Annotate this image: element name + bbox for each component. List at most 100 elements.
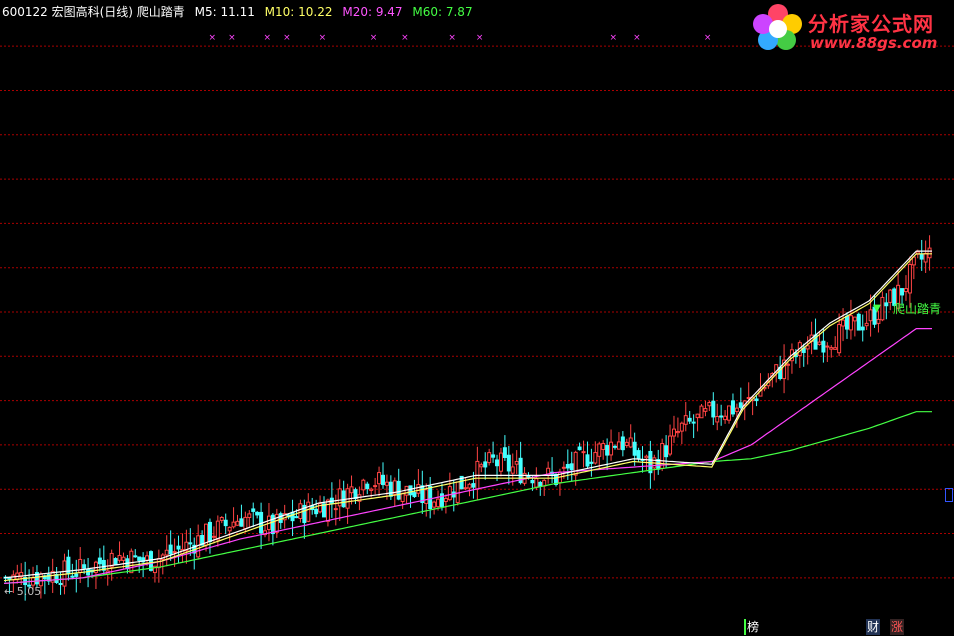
candle-body [164, 549, 169, 556]
candle-body [719, 415, 724, 418]
candle-body [852, 316, 857, 322]
candle-body [837, 324, 842, 354]
candle-body [632, 441, 637, 456]
candle-body [491, 454, 496, 458]
candle-body [510, 466, 515, 474]
candle-body [298, 503, 303, 520]
logo-url: www.88gs.com [810, 34, 938, 52]
candle-body [727, 405, 732, 421]
candle-body [530, 479, 535, 484]
candle-body [255, 511, 260, 516]
candle-body [396, 480, 401, 500]
candle-body [605, 445, 610, 456]
candle-body [711, 400, 716, 418]
ma20-line [3, 328, 932, 584]
candle-body [900, 288, 905, 296]
gain-button[interactable]: 涨 [890, 619, 905, 635]
candle-body [443, 497, 448, 502]
candle-body [306, 501, 311, 522]
finance-button[interactable]: 财 [866, 619, 881, 635]
signal-mark: × [283, 33, 291, 43]
candle-body [117, 554, 122, 561]
candle-body [538, 481, 543, 487]
candle-body [156, 558, 161, 569]
candle-body [664, 445, 669, 458]
candle-body [121, 556, 126, 561]
signal-mark: × [370, 33, 378, 43]
candle-body [467, 483, 472, 489]
chart-header: 600122 宏图高科(日线) 爬山踏青 M5: 11.11 M10: 10.2… [2, 4, 479, 20]
candle-body [675, 430, 680, 434]
candle-body [805, 345, 810, 350]
candle-body [715, 415, 720, 423]
candle-body [432, 501, 437, 508]
candle-body [683, 415, 688, 425]
candle-body [876, 318, 881, 324]
candle-body [609, 441, 614, 456]
signal-mark: × [208, 33, 216, 43]
signal-mark: × [610, 33, 618, 43]
candle-body [168, 544, 173, 555]
candle-body [841, 319, 846, 327]
candle-body [691, 421, 696, 424]
candle-body [176, 545, 181, 550]
candle-body [927, 247, 932, 259]
ranking-button[interactable]: 榜 [744, 619, 760, 635]
candle-body [74, 573, 79, 577]
candle-body [227, 526, 232, 532]
candle-body [880, 296, 885, 321]
candle-body [829, 347, 834, 350]
candle-body [593, 452, 598, 464]
candle-body [577, 446, 582, 451]
candle-body [58, 582, 63, 585]
signal-label: 爬山踏青 [893, 302, 942, 316]
scale-marker [945, 488, 953, 502]
candle-body [868, 309, 873, 322]
candle-body [133, 555, 138, 558]
signal-mark: × [448, 33, 456, 43]
candle-body [844, 315, 849, 330]
candle-body [585, 454, 590, 467]
candle-body [487, 452, 492, 464]
low-price-label: ← 5.05 [4, 585, 42, 598]
candle-body [754, 398, 759, 402]
candle-body [518, 457, 523, 484]
candle-body [463, 487, 468, 490]
candle-body [349, 486, 354, 494]
candle-body [424, 489, 429, 504]
candle-body [290, 511, 295, 522]
candle-body [471, 483, 476, 488]
chart-window: × × × × × × × × × × × × 600122 宏图高科(日线) 爬山踏青 M5: 11… [0, 0, 954, 636]
candle-body [534, 478, 539, 488]
candle-body [502, 447, 507, 459]
candle-body [388, 481, 393, 497]
candle-body [644, 455, 649, 459]
candle-body [455, 481, 460, 503]
candle-body [436, 498, 441, 508]
candle-body [211, 535, 216, 538]
candle-body [369, 488, 374, 491]
candle-body [581, 451, 586, 454]
candle-body [215, 520, 220, 541]
site-logo: 分析家公式网 www.88gs.com [752, 2, 948, 56]
candle-body [616, 441, 621, 450]
candle-body [821, 340, 826, 353]
signal-mark: × [264, 33, 272, 43]
candle-body [884, 302, 889, 307]
candle-body [384, 481, 389, 486]
candle-body [247, 513, 252, 518]
candle-body [113, 558, 118, 565]
candlestick-chart: × × × × × × × × × × × × [0, 33, 954, 601]
signal-mark: × [401, 33, 409, 43]
candle-body [365, 483, 370, 490]
candle-body [251, 508, 256, 512]
candle-body [333, 508, 338, 511]
candle-body [734, 407, 739, 412]
candle-body [231, 521, 236, 528]
candle-body [597, 443, 602, 457]
candle-body [730, 400, 735, 415]
candle-body [495, 459, 500, 467]
candle-body [620, 436, 625, 451]
ma10-value: M10: 10.22 [264, 5, 333, 19]
candle-body [314, 508, 319, 515]
